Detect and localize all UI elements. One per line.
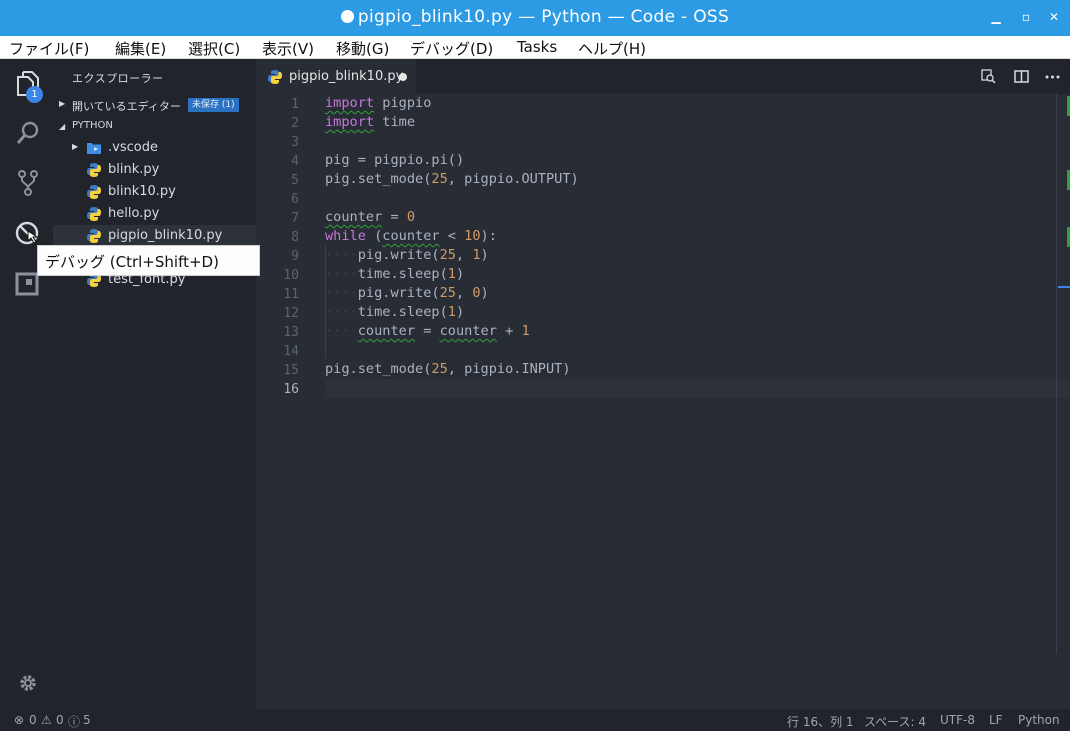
menu-help[interactable]: ヘルプ(H) [578,38,646,59]
folder-icon [87,143,101,154]
menu-debug[interactable]: デバッグ(D) [410,38,493,59]
line-number: 2 [291,116,299,131]
code-line: ····time.sleep(1) [325,266,465,282]
list-item[interactable]: blink.py [53,159,256,181]
list-item[interactable]: ▶ .vscode [53,137,256,159]
warning-count[interactable]: 0 [56,713,64,727]
menu-file[interactable]: ファイル(F) [9,38,89,59]
line-number: 13 [283,325,299,340]
open-editors-label: 開いているエディター [72,100,181,113]
source-control-icon[interactable] [14,169,42,197]
menu-go[interactable]: 移動(G) [336,38,389,59]
tab-pigpio-blink10[interactable]: pigpio_blink10.py [256,59,416,94]
tab-label: pigpio_blink10.py [289,69,404,84]
error-count[interactable]: 0 [29,713,37,727]
python-file-icon [268,70,282,84]
line-number: 16 [283,382,299,397]
window-title: pigpio_blink10.py — Python — Code - OSS [357,7,730,27]
gear-icon[interactable] [14,669,42,697]
debug-tooltip: デバッグ (Ctrl+Shift+D) [37,245,260,276]
encoding[interactable]: UTF-8 [940,713,975,727]
code-editor[interactable]: 1 2 3 4 5 6 7 8 9 10 11 12 13 14 15 16 i… [256,94,1070,709]
cursor-position[interactable]: 行 16、列 1 [787,713,854,730]
search-icon[interactable] [14,119,42,147]
line-number: 5 [291,173,299,188]
more-actions-icon[interactable] [1045,69,1060,84]
code-line: ····time.sleep(1) [325,304,465,320]
indentation[interactable]: スペース: 4 [864,713,926,730]
line-number: 3 [291,135,299,150]
python-file-icon [87,229,101,243]
line-number: 6 [291,192,299,207]
current-line-highlight [325,379,1070,398]
info-count[interactable]: 5 [83,713,91,727]
overview-ruler-cursor [1058,286,1070,288]
open-editors-section[interactable]: ▶ 開いているエディター 未保存 (1) [53,94,256,116]
unsaved-badge: 未保存 (1) [188,98,239,112]
menu-bar: ファイル(F) 編集(E) 選択(C) 表示(V) 移動(G) デバッグ(D) … [0,36,1070,59]
code-line: import time [325,114,416,130]
explorer-header: エクスプローラー [72,72,164,85]
maximize-button[interactable]: ▫ [1018,9,1034,25]
code-line: ····pig.write(25, 1) [325,247,489,263]
line-number: 9 [291,249,299,264]
menu-tasks[interactable]: Tasks [517,38,557,56]
menu-selection[interactable]: 選択(C) [188,38,240,59]
end-of-line[interactable]: LF [989,713,1003,727]
close-button[interactable]: ✕ [1046,9,1062,25]
language-mode[interactable]: Python [1018,713,1060,727]
split-editor-icon[interactable] [1014,69,1029,84]
python-file-icon [87,207,101,221]
activity-bar: 1 [2,59,53,709]
folder-label: PYTHON [72,120,113,131]
explorer-sidebar: エクスプローラー ▶ 開いているエディター 未保存 (1) ◢ PYTHON ▶… [53,59,256,709]
code-line: pig.set_mode(25, pigpio.INPUT) [325,361,571,377]
code-line: pig.set_mode(25, pigpio.OUTPUT) [325,171,579,187]
chevron-down-icon: ◢ [59,122,66,131]
line-number: 11 [283,287,299,302]
title-bar: pigpio_blink10.py — Python — Code - OSS … [0,0,1070,36]
line-number: 15 [283,363,299,378]
line-number: 7 [291,211,299,226]
line-number: 4 [291,154,299,169]
info-icon[interactable]: ⓘ [68,713,80,730]
python-file-icon [87,185,101,199]
list-item[interactable]: pigpio_blink10.py [53,225,256,247]
chevron-right-icon: ▶ [72,142,79,151]
code-line: ····pig.write(25, 0) [325,285,489,301]
list-item[interactable]: blink10.py [53,181,256,203]
code-line: import pigpio [325,95,432,111]
error-icon[interactable]: ⊗ [14,713,24,727]
menu-edit[interactable]: 編集(E) [115,38,166,59]
debug-icon[interactable] [14,219,42,247]
list-item[interactable]: hello.py [53,203,256,225]
python-file-icon [87,163,101,177]
line-number: 10 [283,268,299,283]
line-number: 14 [283,344,299,359]
code-line: counter = 0 [325,209,416,225]
modified-dot-icon[interactable] [399,73,407,81]
code-line: pig = pigpio.pi() [325,152,465,168]
line-number: 1 [291,97,299,112]
warning-icon[interactable]: ⚠ [41,713,52,727]
minimize-button[interactable]: ▁ [988,9,1004,25]
editor-tabs: pigpio_blink10.py [256,59,1070,94]
explorer-badge: 1 [26,86,43,103]
menu-view[interactable]: 表示(V) [262,38,314,59]
code-line: while (counter < 10): [325,228,497,244]
unsaved-dot-icon [340,10,354,23]
chevron-right-icon: ▶ [59,99,66,108]
open-changes-icon[interactable] [981,69,996,84]
code-line: ····counter = counter + 1 [325,323,530,339]
line-number: 12 [283,306,299,321]
folder-section[interactable]: ◢ PYTHON [53,116,256,138]
status-bar: ⊗ 0 ⚠ 0 ⓘ 5 行 16、列 1 スペース: 4 UTF-8 LF Py… [0,709,1070,731]
line-number: 8 [291,230,299,245]
scrollbar[interactable] [1056,94,1057,654]
